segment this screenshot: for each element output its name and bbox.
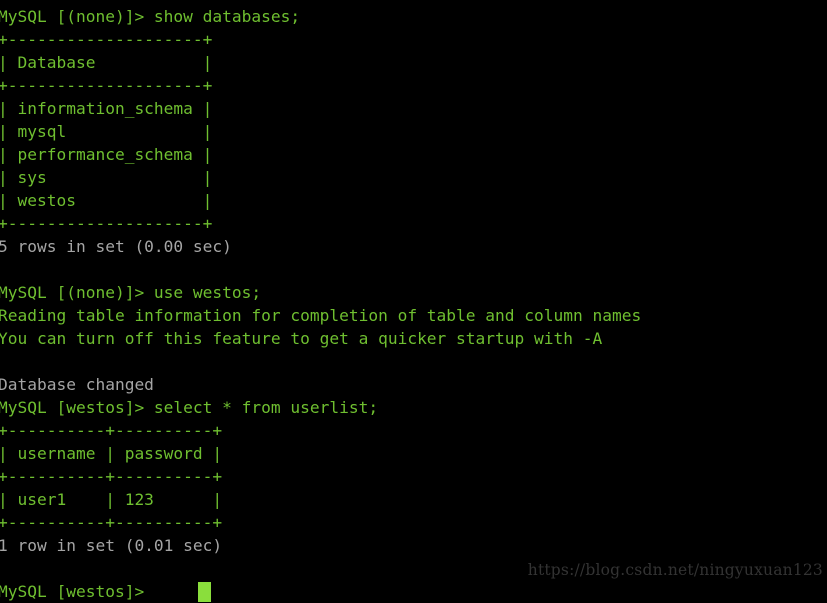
terminal-line: | username | password | (0, 444, 223, 463)
terminal-line: +----------+----------+ (0, 421, 223, 440)
terminal-line: | westos | (0, 191, 213, 210)
text-cursor (198, 582, 211, 602)
terminal-line: +--------------------+ (0, 76, 213, 95)
terminal-line: MySQL [westos]> select * from userlist; (0, 398, 379, 417)
terminal-line: +--------------------+ (0, 30, 213, 49)
terminal-line: You can turn off this feature to get a q… (0, 329, 603, 348)
terminal-line: MySQL [(none)]> show databases; (0, 7, 301, 26)
terminal-line: 5 rows in set (0.00 sec) (0, 237, 232, 256)
terminal-line: | mysql | (0, 122, 213, 141)
terminal-line: +--------------------+ (0, 214, 213, 233)
terminal-line: +----------+----------+ (0, 467, 223, 486)
terminal-line: 1 row in set (0.01 sec) (0, 536, 223, 555)
terminal-line: MySQL [westos]> (0, 580, 827, 603)
terminal-line: | performance_schema | (0, 145, 213, 164)
terminal-line: Database changed (0, 375, 154, 394)
terminal-line: Reading table information for completion… (0, 306, 642, 325)
terminal-screen[interactable]: MySQL [(none)]> show databases; +--------… (0, 0, 827, 603)
terminal-line: MySQL [(none)]> use westos; (0, 283, 262, 302)
terminal-line: | sys | (0, 168, 213, 187)
terminal-line: | Database | (0, 53, 213, 72)
terminal-line: | user1 | 123 | (0, 490, 223, 509)
terminal-line: +----------+----------+ (0, 513, 223, 532)
terminal-line: | information_schema | (0, 99, 213, 118)
